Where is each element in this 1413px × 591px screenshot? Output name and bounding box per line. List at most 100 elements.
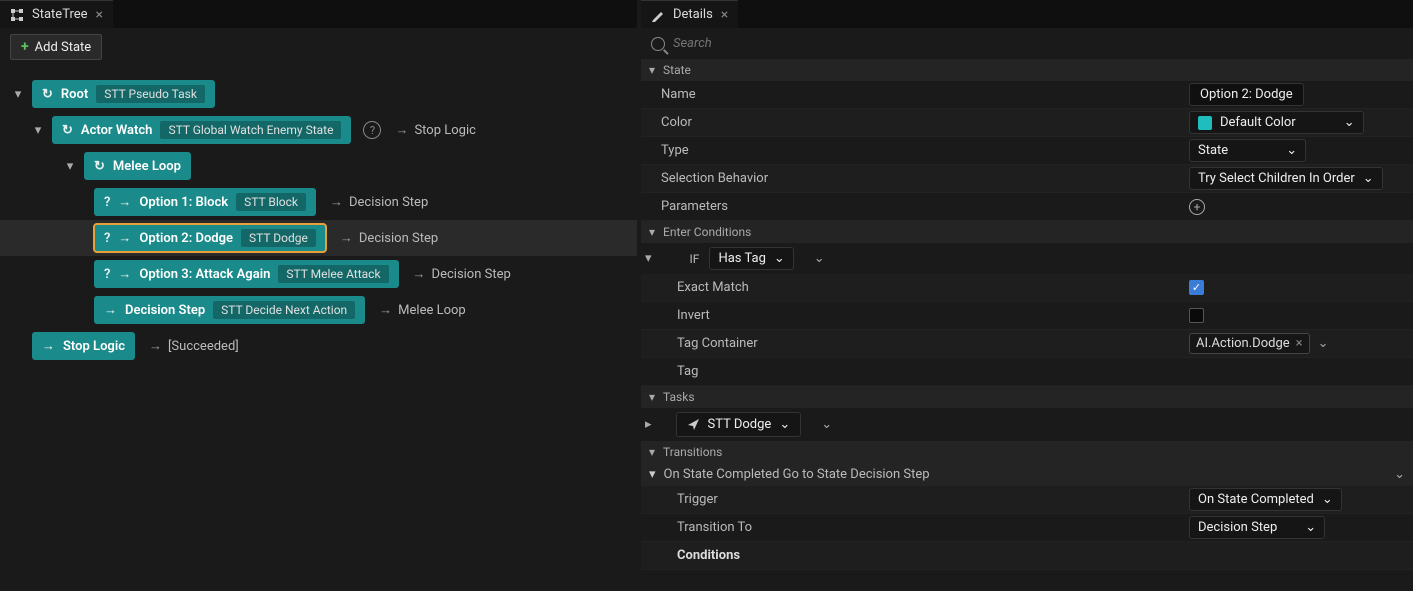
tag-chip[interactable]: AI.Action.Dodge ×	[1189, 333, 1310, 354]
caret-icon[interactable]: ▾	[64, 160, 76, 172]
tree-node-option1[interactable]: ? → Option 1: Block STT Block → Decision…	[0, 184, 637, 220]
prop-label: Transition To	[641, 520, 1181, 535]
pencil-icon	[651, 8, 665, 22]
task-tag: STT Decide Next Action	[213, 301, 355, 319]
section-header-enter[interactable]: ▾ Enter Conditions	[641, 221, 1413, 243]
state-tree-panel: StateTree × + Add State ▾ ↻ Root STT Pse…	[0, 0, 637, 591]
close-icon[interactable]: ×	[721, 7, 728, 23]
tree-node-option2[interactable]: ? → Option 2: Dodge STT Dodge → Decision…	[0, 220, 637, 256]
prop-conditions: Conditions	[641, 542, 1413, 570]
color-dropdown[interactable]: Default Color ⌄	[1189, 111, 1364, 134]
tree-node-actor-watch[interactable]: ▾ ↻ Actor Watch STT Global Watch Enemy S…	[0, 112, 637, 148]
arrow-icon: →	[340, 230, 353, 246]
prop-label: Tag Container	[641, 336, 1181, 351]
prop-label: Tag	[641, 364, 1181, 379]
tree-node-option3[interactable]: ? → Option 3: Attack Again STT Melee Att…	[0, 256, 637, 292]
prop-label: Parameters	[641, 199, 1181, 214]
tab-statetree[interactable]: StateTree ×	[0, 0, 113, 28]
prop-color: Color Default Color ⌄	[641, 109, 1413, 137]
task-row: ▸ STT Dodge ⌄ ⌄	[641, 408, 1413, 441]
tree-icon	[10, 8, 24, 22]
node-pill[interactable]: ↻ Actor Watch STT Global Watch Enemy Sta…	[52, 116, 351, 144]
transition-link[interactable]: → [Succeeded]	[143, 338, 245, 354]
task-dropdown[interactable]: STT Dodge ⌄	[676, 412, 802, 437]
transition-label: Decision Step	[349, 195, 428, 210]
node-pill[interactable]: ↻ Root STT Pseudo Task	[32, 80, 215, 108]
task-tag: STT Global Watch Enemy State	[160, 121, 341, 139]
prop-label: Color	[641, 115, 1181, 130]
transition-link[interactable]: → Melee Loop	[373, 302, 472, 318]
close-icon[interactable]: ×	[96, 7, 103, 23]
prop-label: Trigger	[641, 492, 1181, 507]
exact-match-checkbox[interactable]	[1189, 280, 1204, 295]
dropdown-value: Default Color	[1220, 115, 1296, 130]
transitionto-dropdown[interactable]: Decision Step ⌄	[1189, 516, 1325, 539]
transition-link[interactable]: → Stop Logic	[389, 122, 481, 138]
state-icon: ↻	[42, 87, 53, 102]
tree-node-melee-loop[interactable]: ▾ ↻ Melee Loop	[0, 148, 637, 184]
section-header-transitions[interactable]: ▾ Transitions	[641, 441, 1413, 463]
chevron-down-icon: ⌄	[774, 251, 785, 266]
section-header-tasks[interactable]: ▾ Tasks	[641, 386, 1413, 408]
prop-trigger: Trigger On State Completed ⌄	[641, 486, 1413, 514]
tree-node-decision[interactable]: → Decision Step STT Decide Next Action →…	[0, 292, 637, 328]
search-input[interactable]	[673, 36, 1403, 51]
section-title: Transitions	[663, 445, 722, 459]
node-pill[interactable]: ? → Option 3: Attack Again STT Melee Att…	[94, 260, 399, 288]
chevron-down-icon[interactable]: ⌄	[814, 251, 825, 266]
chevron-down-icon[interactable]: ⌄	[821, 417, 832, 432]
arrow-icon: →	[118, 266, 131, 282]
trigger-dropdown[interactable]: On State Completed ⌄	[1189, 488, 1342, 511]
arrow-icon: →	[395, 122, 408, 138]
transition-header[interactable]: ▾ On State Completed Go to State Decisio…	[641, 463, 1413, 486]
tree-node-root[interactable]: ▾ ↻ Root STT Pseudo Task	[0, 76, 637, 112]
prop-name: Name Option 2: Dodge	[641, 81, 1413, 109]
prop-tag-container: Tag Container AI.Action.Dodge × ⌄	[641, 330, 1413, 358]
type-dropdown[interactable]: State ⌄	[1189, 139, 1306, 162]
transition-link[interactable]: → Decision Step	[334, 230, 444, 246]
caret-icon[interactable]: ▾	[12, 88, 24, 100]
section-title: Tasks	[663, 390, 695, 404]
node-label: Actor Watch	[81, 123, 153, 138]
section-title: Enter Conditions	[663, 225, 751, 239]
chevron-down-icon: ▾	[649, 225, 655, 239]
transition-link[interactable]: → Decision Step	[324, 194, 434, 210]
chevron-down-icon[interactable]: ⌄	[1318, 336, 1329, 351]
node-label: Root	[61, 87, 88, 102]
tree-view: ▾ ↻ Root STT Pseudo Task ▾ ↻ Actor Watch…	[0, 66, 637, 364]
dropdown-value: Try Select Children In Order	[1198, 171, 1355, 186]
node-label: Stop Logic	[63, 339, 125, 354]
chevron-down-icon: ⌄	[1363, 171, 1374, 186]
prop-label: Exact Match	[641, 280, 1181, 295]
caret-icon[interactable]: ▾	[32, 124, 44, 136]
add-parameter-button[interactable]: +	[1189, 199, 1205, 215]
tree-node-stop-logic[interactable]: → Stop Logic → [Succeeded]	[0, 328, 637, 364]
node-label: Option 2: Dodge	[139, 231, 233, 246]
condition-icon: ?	[104, 195, 110, 210]
chevron-down-icon[interactable]: ⌄	[1394, 467, 1405, 482]
arrow-icon: →	[118, 230, 131, 246]
condition-dropdown[interactable]: Has Tag ⌄	[709, 247, 793, 270]
remove-tag-icon[interactable]: ×	[1296, 336, 1303, 351]
node-pill[interactable]: ? → Option 2: Dodge STT Dodge	[94, 224, 326, 252]
chevron-down-icon: ⌄	[779, 417, 790, 432]
prop-label: Type	[641, 143, 1181, 158]
add-state-button[interactable]: + Add State	[10, 34, 102, 60]
prop-exact-match: Exact Match	[641, 274, 1413, 302]
question-icon[interactable]: ?	[363, 121, 381, 139]
selbehavior-dropdown[interactable]: Try Select Children In Order ⌄	[1189, 167, 1383, 190]
node-pill[interactable]: → Decision Step STT Decide Next Action	[94, 296, 365, 324]
transition-link[interactable]: → Decision Step	[407, 266, 517, 282]
chevron-right-icon[interactable]: ▸	[645, 417, 652, 432]
prop-transition-to: Transition To Decision Step ⌄	[641, 514, 1413, 542]
tag-text: AI.Action.Dodge	[1196, 336, 1290, 351]
chevron-down-icon[interactable]: ▾	[645, 251, 652, 266]
name-input[interactable]: Option 2: Dodge	[1189, 83, 1304, 106]
tab-details[interactable]: Details ×	[641, 0, 738, 28]
node-pill[interactable]: ? → Option 1: Block STT Block	[94, 188, 316, 216]
section-header-state[interactable]: ▾ State	[641, 59, 1413, 81]
node-pill[interactable]: ↻ Melee Loop	[84, 152, 191, 180]
invert-checkbox[interactable]	[1189, 308, 1204, 323]
chevron-down-icon: ⌄	[1322, 492, 1333, 507]
node-pill[interactable]: → Stop Logic	[32, 332, 135, 360]
